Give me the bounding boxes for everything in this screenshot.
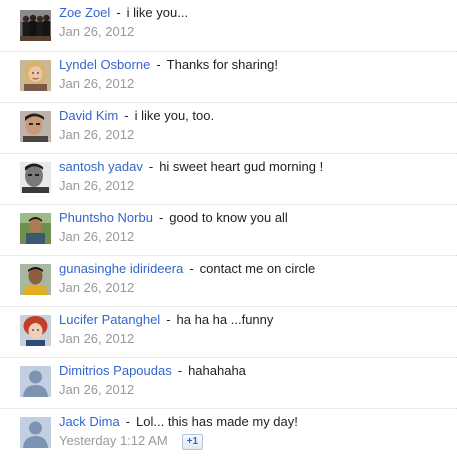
separator: -: [125, 414, 131, 429]
separator: -: [124, 108, 129, 123]
separator: -: [116, 5, 121, 20]
comment-item: Jack Dima - Lol... this has made my day! Y…: [0, 408, 457, 459]
author-link[interactable]: David Kim: [59, 108, 118, 123]
comment-text: Thanks for sharing!: [166, 57, 278, 72]
comment-item: gunasinghe idirideera - contact me on circ…: [0, 255, 457, 306]
author-link[interactable]: Lucifer Patanghel: [59, 312, 160, 327]
comment-text: Lol... this has made my day!: [136, 414, 298, 429]
timestamp[interactable]: Jan 26, 2012: [59, 331, 134, 346]
comment-item: David Kim - i like you, too. Jan 26, 2012: [0, 102, 457, 153]
yellow-shirt-avatar[interactable]: [20, 264, 51, 295]
bw-man-avatar[interactable]: [20, 162, 51, 193]
comment-text: ha ha ha ...funny: [176, 312, 274, 327]
comment-item: Phuntsho Norbu - good to know you all Jan …: [0, 204, 457, 255]
author-link[interactable]: Phuntsho Norbu: [59, 210, 153, 225]
comment-item: Lyndel Osborne - Thanks for sharing! Jan 2…: [0, 51, 457, 102]
comment-item: santosh yadav - hi sweet heart gud morning…: [0, 153, 457, 204]
comment-text: i like you...: [126, 5, 189, 20]
separator: -: [177, 363, 183, 378]
timestamp[interactable]: Jan 26, 2012: [59, 76, 134, 91]
comment-item: Dimitrios Papoudas - hahahaha Jan 26, 2012: [0, 357, 457, 408]
blonde-woman-avatar[interactable]: [20, 60, 51, 91]
separator: -: [148, 159, 154, 174]
author-link[interactable]: santosh yadav: [59, 159, 143, 174]
timestamp[interactable]: Jan 26, 2012: [59, 178, 134, 193]
default-silhouette-avatar[interactable]: [20, 366, 51, 397]
comment-item: Zoe Zoel - i like you... Jan 26, 2012: [0, 0, 457, 51]
author-link[interactable]: Dimitrios Papoudas: [59, 363, 172, 378]
comment-text: hi sweet heart gud morning !: [159, 159, 324, 174]
comment-text: contact me on circle: [199, 261, 316, 276]
comment-list: Zoe Zoel - i like you... Jan 26, 2012 Lynd…: [0, 0, 457, 459]
timestamp[interactable]: Jan 26, 2012: [59, 127, 134, 142]
outdoor-man-avatar[interactable]: [20, 213, 51, 244]
default-silhouette-avatar[interactable]: [20, 417, 51, 448]
red-hair-avatar[interactable]: [20, 315, 51, 346]
timestamp[interactable]: Yesterday 1:12 AM: [59, 433, 168, 448]
separator: -: [158, 210, 164, 225]
author-link[interactable]: Lyndel Osborne: [59, 57, 150, 72]
separator: -: [189, 261, 194, 276]
author-link[interactable]: gunasinghe idirideera: [59, 261, 183, 276]
comment-text: i like you, too.: [134, 108, 215, 123]
separator: -: [156, 57, 161, 72]
comment-item: Lucifer Patanghel - ha ha ha ...funny Jan …: [0, 306, 457, 357]
author-link[interactable]: Zoe Zoel: [59, 5, 110, 20]
separator: -: [166, 312, 171, 327]
plus-one-button[interactable]: +1: [181, 434, 204, 450]
author-link[interactable]: Jack Dima: [59, 414, 120, 429]
comment-text: hahahaha: [188, 363, 246, 378]
timestamp[interactable]: Jan 26, 2012: [59, 229, 134, 244]
comment-text: good to know you all: [169, 210, 288, 225]
timestamp[interactable]: Jan 26, 2012: [59, 280, 134, 295]
man-photo-avatar[interactable]: [20, 111, 51, 142]
timestamp[interactable]: Jan 26, 2012: [59, 382, 134, 397]
timestamp[interactable]: Jan 26, 2012: [59, 24, 134, 39]
group-photo-avatar[interactable]: [20, 10, 51, 41]
